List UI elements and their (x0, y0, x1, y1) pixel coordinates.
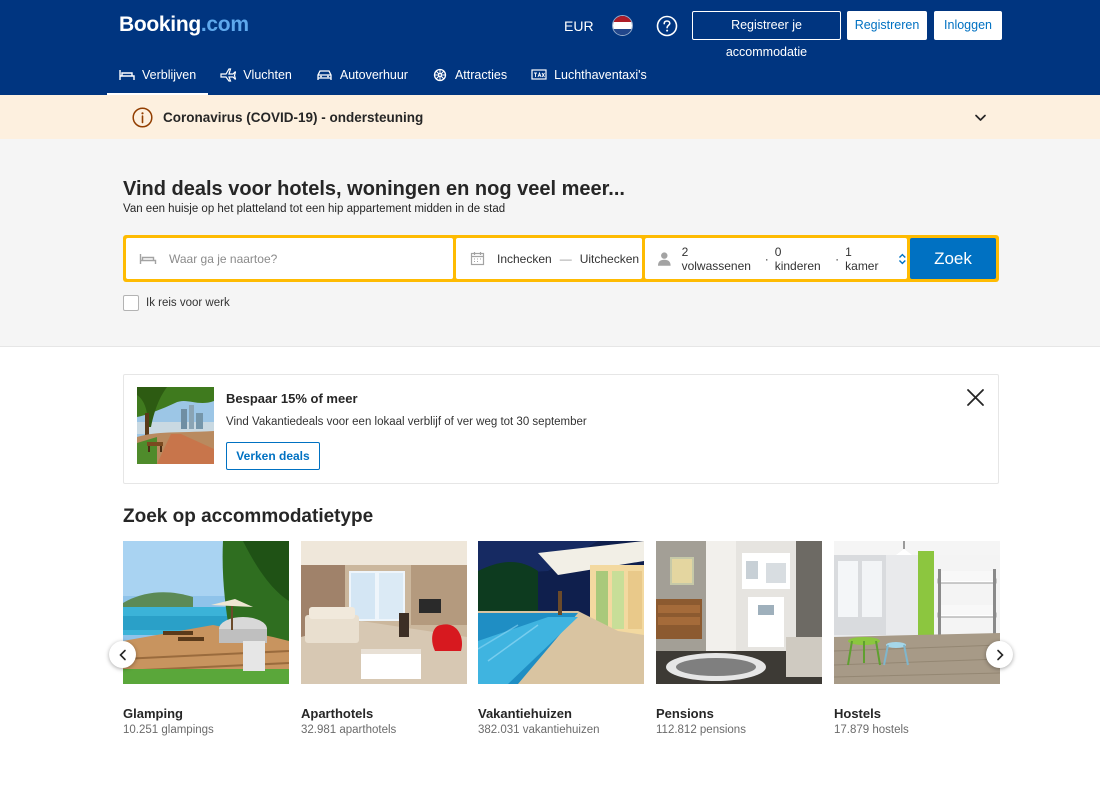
destination-field[interactable]: Waar ga je naartoe? (126, 238, 453, 279)
work-travel-checkbox[interactable] (123, 295, 139, 311)
covid-banner-text[interactable]: Coronavirus (COVID-19) - ondersteuning (163, 110, 423, 125)
top-header: Booking.com EUR Registreer je accommodat… (0, 0, 1100, 95)
language-flag-icon[interactable] (612, 15, 633, 36)
carousel-next-button[interactable] (986, 641, 1013, 668)
property-type-name[interactable]: Glamping (123, 706, 289, 721)
plane-icon (220, 67, 237, 82)
close-icon[interactable] (966, 388, 985, 407)
hero-subtitle: Van een huisje op het platteland tot een… (123, 203, 506, 215)
destination-placeholder: Waar ga je naartoe? (169, 251, 278, 266)
property-type-card-glamping[interactable]: Glamping 10.251 glampings (122, 541, 290, 736)
property-type-name[interactable]: Aparthotels (301, 706, 467, 721)
property-type-card-guesthouses[interactable]: Pensions 112.812 pensions (656, 541, 822, 736)
chevron-down-icon[interactable] (974, 111, 987, 124)
date-field[interactable]: Inchecken — Uitchecken (456, 238, 642, 279)
nav-item-flights[interactable]: Vluchten (208, 54, 304, 95)
help-icon[interactable] (656, 15, 678, 37)
property-type-count: 112.812 pensions (656, 724, 746, 736)
search-button[interactable]: Zoek (910, 238, 996, 279)
property-type-card-aparthotels[interactable]: Aparthotels 32.981 aparthotels (301, 541, 467, 736)
explore-deals-button[interactable]: Verken deals (226, 442, 320, 470)
person-icon (657, 251, 671, 266)
nav-item-label: Vluchten (243, 67, 292, 82)
guests-field[interactable]: 2 volwassenen · 0 kinderen · 1 kamer (645, 238, 907, 279)
checkin-label: Inchecken (497, 251, 552, 266)
booking-logo[interactable]: Booking.com (119, 13, 249, 37)
rooms-count: 1 kamer (845, 244, 879, 273)
search-bar: Waar ga je naartoe? Inchecken — Uitcheck… (123, 235, 999, 282)
register-property-button[interactable]: Registreer je accommodatie (692, 11, 841, 59)
adults-count: 2 volwassenen (681, 244, 751, 273)
glamping-image (122, 541, 290, 684)
children-count: 0 kinderen (774, 244, 821, 273)
hostel-image (833, 541, 1001, 684)
property-type-count: 382.031 vakantiehuizen (478, 724, 600, 736)
nav-item-attractions[interactable]: Attracties (420, 54, 519, 95)
login-button[interactable]: Inloggen (934, 11, 1002, 40)
nav-item-airport-taxis[interactable]: Luchthaventaxi's (519, 54, 659, 95)
guesthouse-image (656, 541, 822, 684)
checkout-label: Uitchecken (579, 251, 640, 266)
nav-item-label: Autoverhuur (339, 67, 408, 82)
car-icon (317, 69, 332, 80)
main-nav: Verblijven Vluchten Autoverhuur Attracti… (107, 54, 659, 95)
property-type-card-holiday-homes[interactable]: Vakantiehuizen 382.031 vakantiehuizen (477, 541, 644, 736)
bed-icon (139, 253, 157, 264)
bed-icon (119, 69, 135, 80)
section-title: Zoek op accommodatietype (123, 506, 374, 527)
date-separator: — (559, 251, 572, 266)
chevron-right-icon (996, 649, 1004, 660)
register-button[interactable]: Registreren (847, 11, 927, 40)
promo-title: Bespaar 15% of meer (226, 391, 358, 406)
attractions-icon (433, 68, 447, 81)
carousel-prev-button[interactable] (109, 641, 136, 668)
guest-separator: · (764, 251, 769, 266)
nav-item-car-rental[interactable]: Autoverhuur (304, 54, 420, 95)
promo-park-image (137, 387, 214, 464)
nav-item-stays[interactable]: Verblijven (107, 54, 209, 95)
guest-separator: · (835, 251, 840, 266)
chevron-left-icon (118, 649, 126, 660)
property-type-name[interactable]: Vakantiehuizen (478, 706, 644, 721)
work-travel-label[interactable]: Ik reis voor werk (146, 297, 230, 309)
nav-item-label: Attracties (454, 67, 508, 82)
property-type-count: 17.879 hostels (834, 724, 909, 736)
aparthotel-image (301, 541, 467, 684)
property-type-name[interactable]: Hostels (834, 706, 1000, 721)
taxi-icon (531, 68, 547, 80)
property-type-card-hostels[interactable]: Hostels 17.879 hostels (833, 541, 1001, 736)
property-type-count: 32.981 aparthotels (301, 724, 397, 736)
nav-item-label: Luchthaventaxi's (554, 67, 647, 82)
info-icon (132, 107, 153, 128)
property-type-count: 10.251 glampings (123, 724, 214, 736)
up-down-chevron-icon (899, 253, 907, 264)
property-type-name[interactable]: Pensions (656, 706, 822, 721)
promo-text: Vind Vakantiedeals voor een lokaal verbl… (226, 416, 587, 428)
hero-title: Vind deals voor hotels, woningen en nog … (123, 178, 625, 200)
nav-item-label: Verblijven (142, 67, 197, 82)
holiday-home-image (477, 541, 644, 684)
currency-selector[interactable]: EUR (564, 18, 594, 34)
calendar-icon (470, 252, 485, 266)
